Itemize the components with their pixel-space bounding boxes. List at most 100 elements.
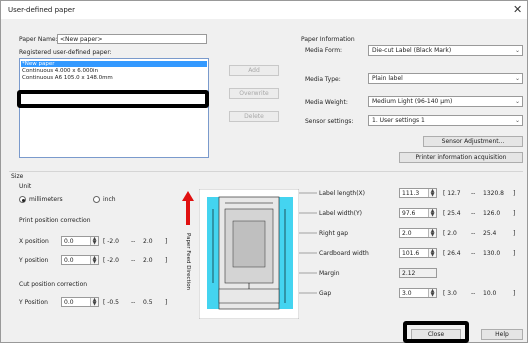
millimeters-label: millimeters	[29, 196, 63, 203]
highlight-box-close	[403, 321, 469, 343]
window-title: User-defined paper	[8, 6, 75, 14]
y-position-input[interactable]: 0.0 ▲ ▼	[61, 255, 99, 265]
label-length-max: 1320.8	[483, 190, 504, 197]
gap-input[interactable]: 3.0 ▲ ▼	[399, 288, 437, 298]
spinner-icon[interactable]: ▲ ▼	[90, 237, 98, 245]
spinner-icon[interactable]: ▲ ▼	[90, 298, 98, 306]
right-gap-label: Right gap	[319, 230, 349, 237]
cardboard-width-value: 101.6	[402, 250, 420, 257]
media-type-select[interactable]: Plain label ⌄	[368, 73, 523, 84]
cut-y-position-label: Y Position	[19, 299, 48, 306]
margin-label: Margin	[319, 270, 340, 277]
label-length-value: 111.3	[402, 190, 420, 197]
y-range-close: ]	[165, 257, 168, 264]
cardboard-width-max: 130.0	[483, 250, 501, 257]
media-form-label: Media Form:	[305, 47, 343, 54]
y-range-min: [ -2.0	[103, 257, 119, 264]
highlight-box-list	[17, 90, 209, 108]
x-position-label: X position	[19, 238, 49, 245]
sensor-settings-value: 1. User settings 1	[372, 117, 425, 124]
registered-paper-list[interactable]: *New paper Continuous 4.000 x 6.000in Co…	[19, 58, 209, 158]
y-range-max: 2.0	[143, 257, 153, 264]
right-gap-min: [ 2.0	[443, 230, 457, 237]
x-range-dash: --	[131, 238, 136, 245]
paper-name-label: Paper Name:	[19, 36, 58, 43]
label-length-input[interactable]: 111.3 ▲ ▼	[399, 188, 437, 198]
inch-radio[interactable]	[93, 196, 100, 203]
media-form-select[interactable]: Die-cut Label (Black Mark) ⌄	[368, 45, 523, 56]
gap-label: Gap	[319, 290, 332, 297]
list-item[interactable]: Continuous A6 105.0 x 148.0mm	[22, 75, 113, 81]
gap-min: [ 3.0	[443, 290, 457, 297]
cut-range-max: 0.5	[143, 299, 153, 306]
label-length-label: Label length(X)	[319, 190, 366, 197]
cut-position-heading: Cut position correction	[19, 281, 88, 288]
sensor-settings-label: Sensor settings:	[305, 118, 354, 125]
leader-lines	[299, 192, 317, 294]
x-position-input[interactable]: 0.0 ▲ ▼	[61, 236, 99, 246]
spinner-icon[interactable]: ▲ ▼	[428, 229, 436, 237]
chevron-down-icon: ⌄	[514, 47, 520, 54]
x-range-min: [ -2.0	[103, 238, 119, 245]
label-length-close: ]	[513, 190, 516, 197]
spinner-icon[interactable]: ▲ ▼	[428, 249, 436, 257]
y-position-value: 0.0	[64, 257, 74, 264]
cut-y-position-input[interactable]: 0.0 ▲ ▼	[61, 297, 99, 307]
add-button[interactable]: Add	[229, 65, 279, 76]
spinner-icon[interactable]: ▲ ▼	[428, 289, 436, 297]
cardboard-width-label: Cardboard width	[319, 250, 369, 257]
gap-max: 10.0	[483, 290, 497, 297]
cardboard-width-dash: --	[471, 250, 476, 257]
label-width-label: Label width(Y)	[319, 210, 362, 217]
cut-range-dash: --	[131, 299, 136, 306]
title-bar	[1, 1, 527, 19]
cardboard-width-min: [ 26.4	[443, 250, 461, 257]
paper-name-input[interactable]: <New paper>	[57, 34, 207, 44]
right-gap-input[interactable]: 2.0 ▲ ▼	[399, 228, 437, 238]
x-range-close: ]	[165, 238, 168, 245]
cut-y-position-value: 0.0	[64, 299, 74, 306]
y-range-dash: --	[131, 257, 136, 264]
overwrite-button[interactable]: Overwrite	[229, 88, 279, 99]
list-item[interactable]: Continuous 4.000 x 6.000in	[22, 68, 98, 74]
sensor-adjustment-button[interactable]: Sensor Adjustment...	[423, 136, 523, 147]
feed-direction-arrow-icon	[182, 191, 194, 225]
chevron-down-icon: ⌄	[514, 75, 520, 82]
x-position-value: 0.0	[64, 238, 74, 245]
sensor-settings-select[interactable]: 1. User settings 1 ⌄	[368, 115, 523, 126]
close-icon[interactable]: ✕	[513, 3, 522, 16]
margin-value: 2.12	[399, 268, 437, 278]
unit-label: Unit	[19, 183, 32, 190]
right-gap-close: ]	[513, 230, 516, 237]
label-width-max: 126.0	[483, 210, 501, 217]
label-width-dash: --	[471, 210, 476, 217]
size-group-divider	[9, 171, 523, 172]
y-position-label: Y position	[19, 257, 49, 264]
cardboard-width-input[interactable]: 101.6 ▲ ▼	[399, 248, 437, 258]
right-gap-value: 2.0	[402, 230, 412, 237]
label-length-min: [ 12.7	[443, 190, 461, 197]
gap-close: ]	[513, 290, 516, 297]
right-gap-max: 25.4	[483, 230, 497, 237]
inch-label: inch	[103, 196, 116, 203]
spinner-icon[interactable]: ▲ ▼	[90, 256, 98, 264]
label-width-input[interactable]: 97.6 ▲ ▼	[399, 208, 437, 218]
label-width-value: 97.6	[402, 210, 416, 217]
spinner-icon[interactable]: ▲ ▼	[428, 189, 436, 197]
list-item[interactable]: *New paper	[21, 61, 207, 67]
cardboard-width-close: ]	[513, 250, 516, 257]
millimeters-radio[interactable]	[19, 196, 26, 203]
media-weight-select[interactable]: Medium Light (96-140 µm) ⌄	[368, 96, 523, 107]
chevron-down-icon: ⌄	[514, 117, 520, 124]
label-width-close: ]	[513, 210, 516, 217]
delete-button[interactable]: Delete	[229, 111, 279, 122]
x-range-max: 2.0	[143, 238, 153, 245]
printer-info-acquisition-button[interactable]: Printer information acquisition	[399, 152, 523, 163]
help-button[interactable]: Help	[481, 329, 523, 340]
arrow-shape	[182, 191, 194, 225]
paper-feed-direction-label: Paper Feed Direction	[185, 233, 191, 291]
gap-dash: --	[471, 290, 476, 297]
media-weight-label: Media Weight:	[305, 99, 348, 106]
spinner-icon[interactable]: ▲ ▼	[428, 209, 436, 217]
paper-information-heading: Paper Information	[301, 36, 355, 43]
